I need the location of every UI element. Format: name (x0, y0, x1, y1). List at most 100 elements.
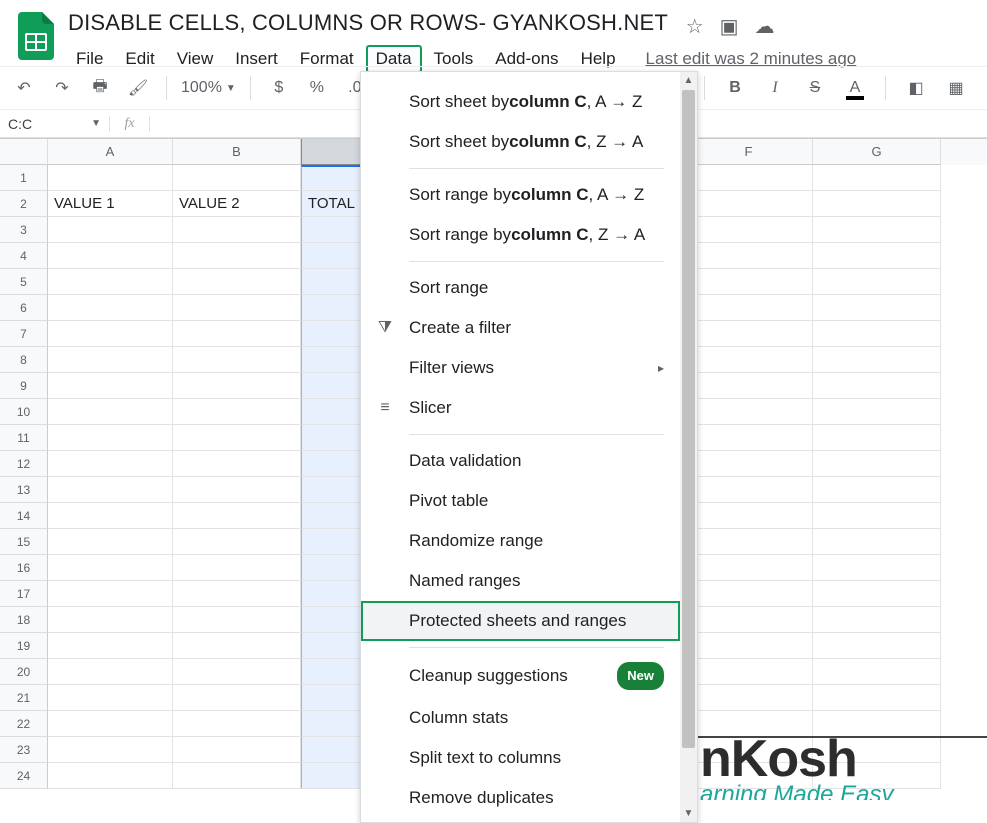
menu-item-sort-range-az[interactable]: Sort range by column C, A → Z (361, 175, 680, 215)
cell[interactable] (813, 373, 941, 399)
cell[interactable] (685, 555, 813, 581)
cell[interactable] (173, 269, 301, 295)
cell[interactable] (173, 451, 301, 477)
row-header[interactable]: 6 (0, 295, 48, 321)
menu-item-slicer[interactable]: ≡ Slicer (361, 388, 680, 428)
move-icon[interactable]: ▣ (720, 14, 739, 39)
menu-item-randomize-range[interactable]: Randomize range (361, 521, 680, 561)
cell[interactable] (813, 295, 941, 321)
row-header[interactable]: 4 (0, 243, 48, 269)
row-header[interactable]: 17 (0, 581, 48, 607)
cell[interactable] (173, 425, 301, 451)
cell[interactable] (173, 711, 301, 737)
cell[interactable] (685, 737, 813, 763)
cell[interactable] (173, 399, 301, 425)
cell[interactable] (173, 217, 301, 243)
cell[interactable] (813, 477, 941, 503)
cell[interactable] (685, 529, 813, 555)
cell[interactable]: VALUE 2 (173, 191, 301, 217)
row-header[interactable]: 3 (0, 217, 48, 243)
strikethrough-button[interactable]: S (801, 79, 829, 97)
cell[interactable] (813, 763, 941, 789)
cell[interactable]: VALUE 1 (48, 191, 173, 217)
cell[interactable] (48, 217, 173, 243)
cell[interactable] (48, 347, 173, 373)
row-header[interactable]: 21 (0, 685, 48, 711)
cell[interactable] (173, 373, 301, 399)
menu-item-cleanup-suggestions[interactable]: Cleanup suggestions New (361, 654, 680, 698)
cell[interactable] (813, 503, 941, 529)
cell[interactable] (813, 633, 941, 659)
italic-button[interactable]: I (761, 79, 789, 97)
row-header[interactable]: 13 (0, 477, 48, 503)
row-header[interactable]: 1 (0, 165, 48, 191)
cell[interactable] (173, 659, 301, 685)
cell[interactable] (48, 503, 173, 529)
cell[interactable] (48, 581, 173, 607)
cell[interactable] (685, 503, 813, 529)
cell[interactable] (685, 451, 813, 477)
cell[interactable] (48, 321, 173, 347)
cell[interactable] (48, 451, 173, 477)
cell[interactable] (48, 737, 173, 763)
row-header[interactable]: 11 (0, 425, 48, 451)
cell[interactable] (813, 425, 941, 451)
menu-item-pivot-table[interactable]: Pivot table (361, 481, 680, 521)
column-header-G[interactable]: G (813, 139, 941, 165)
cell[interactable] (173, 529, 301, 555)
cell[interactable] (173, 503, 301, 529)
row-header[interactable]: 5 (0, 269, 48, 295)
cell[interactable] (173, 295, 301, 321)
cell[interactable] (685, 633, 813, 659)
cell[interactable] (48, 685, 173, 711)
cell[interactable] (685, 581, 813, 607)
column-header-F[interactable]: F (685, 139, 813, 165)
row-header[interactable]: 9 (0, 373, 48, 399)
bold-button[interactable]: B (721, 79, 749, 97)
cell[interactable] (173, 763, 301, 789)
zoom-selector[interactable]: 100% ▼ (181, 79, 236, 97)
cell[interactable] (813, 737, 941, 763)
row-header[interactable]: 2 (0, 191, 48, 217)
row-header[interactable]: 10 (0, 399, 48, 425)
cell[interactable] (48, 659, 173, 685)
cell[interactable] (685, 373, 813, 399)
cell[interactable] (813, 581, 941, 607)
cell[interactable] (685, 243, 813, 269)
cell[interactable] (48, 295, 173, 321)
menu-item-column-stats[interactable]: Column stats (361, 698, 680, 738)
cell[interactable] (48, 243, 173, 269)
cell[interactable] (173, 321, 301, 347)
cell[interactable] (813, 659, 941, 685)
cell[interactable] (813, 711, 941, 737)
undo-icon[interactable]: ↶ (10, 78, 38, 98)
merge-cells-icon[interactable]: ⇲ (982, 78, 987, 98)
menu-item-named-ranges[interactable]: Named ranges (361, 561, 680, 601)
menu-item-split-text[interactable]: Split text to columns (361, 738, 680, 778)
cell[interactable] (48, 607, 173, 633)
cell[interactable] (48, 373, 173, 399)
menu-item-sort-sheet-za[interactable]: Sort sheet by column C, Z → A (361, 122, 680, 162)
cell[interactable] (685, 477, 813, 503)
menu-item-data-validation[interactable]: Data validation (361, 441, 680, 481)
cell[interactable] (813, 529, 941, 555)
cell[interactable] (685, 347, 813, 373)
cell[interactable] (685, 711, 813, 737)
menu-item-sort-sheet-az[interactable]: Sort sheet by column C, A → Z (361, 82, 680, 122)
row-header[interactable]: 23 (0, 737, 48, 763)
column-header-B[interactable]: B (173, 139, 301, 165)
cell[interactable] (48, 555, 173, 581)
cell[interactable] (173, 347, 301, 373)
cell[interactable] (173, 165, 301, 191)
row-header[interactable]: 22 (0, 711, 48, 737)
cell[interactable] (813, 399, 941, 425)
row-header[interactable]: 12 (0, 451, 48, 477)
cell[interactable] (685, 607, 813, 633)
scroll-down-icon[interactable]: ▼ (680, 805, 697, 822)
cell[interactable] (173, 737, 301, 763)
row-header[interactable]: 19 (0, 633, 48, 659)
scroll-up-icon[interactable]: ▲ (680, 72, 697, 89)
cloud-status-icon[interactable]: ☁ (755, 14, 775, 39)
select-all-corner[interactable] (0, 139, 48, 165)
cell[interactable] (685, 217, 813, 243)
